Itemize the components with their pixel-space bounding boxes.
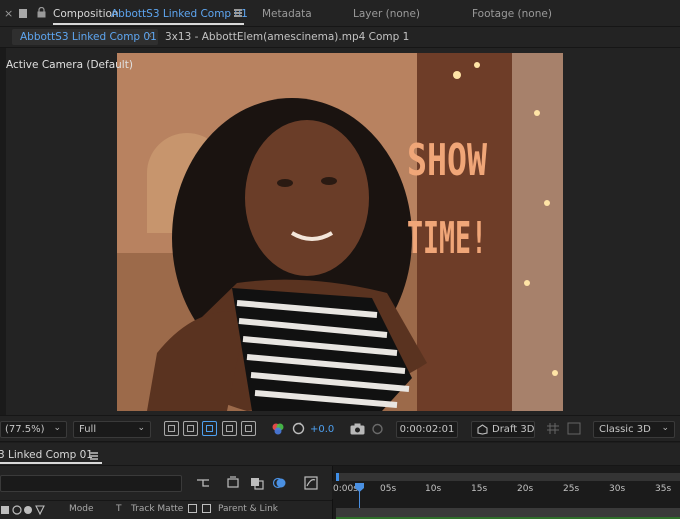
column-mode[interactable]: Mode: [69, 504, 94, 514]
switches-icons[interactable]: [0, 504, 52, 516]
ruler-tick: 0:00s: [333, 484, 358, 494]
layer-search-input[interactable]: [0, 475, 182, 492]
chevron-down-icon: ⌄: [137, 423, 145, 433]
tab-composition-name[interactable]: AbbottS3 Linked Comp 01: [111, 8, 248, 20]
rgb-channels-icon[interactable]: [271, 422, 285, 436]
parent-pick-whip-icon[interactable]: [188, 504, 197, 513]
ruler-tick: 10s: [425, 484, 442, 494]
video-frame-image: SHOW TIME!: [117, 53, 563, 411]
lock-icon[interactable]: [37, 7, 46, 18]
timeline-tab-name[interactable]: 3 Linked Comp 01: [0, 449, 93, 461]
viewer-control-bar: (77.5%) ⌄ Full ⌄ +0.0 0:00:02:01 Draft 3…: [0, 415, 680, 442]
ruler-tick: 15s: [471, 484, 488, 494]
reset-exposure-icon[interactable]: [292, 422, 305, 435]
panel-menu-icon[interactable]: [234, 9, 242, 17]
renderer-dropdown[interactable]: Classic 3D ⌄: [593, 421, 675, 438]
active-camera-label: Active Camera (Default): [6, 59, 133, 71]
parent-link-icon[interactable]: [202, 504, 211, 513]
transparency-grid-icon[interactable]: [183, 421, 198, 436]
composition-panel-tabbar: × Composition AbbottS3 Linked Comp 01 Me…: [0, 0, 680, 27]
ruler-tick: 25s: [563, 484, 580, 494]
shy-layers-icon[interactable]: [226, 476, 240, 490]
comp-breadcrumb-bar: AbbottS3 Linked Comp 01 ‹ 3x13 - AbbottE…: [0, 27, 680, 48]
close-panel-icon[interactable]: ×: [4, 7, 13, 20]
column-t[interactable]: T: [116, 504, 122, 514]
chevron-down-icon: ⌄: [661, 423, 669, 433]
motion-blur-icon[interactable]: [273, 476, 287, 490]
breadcrumb-separator: ‹: [148, 30, 152, 41]
frame-text-time: TIME!: [407, 213, 487, 264]
extended-viewer-icon[interactable]: [567, 422, 581, 435]
column-parent-link[interactable]: Parent & Link: [218, 504, 278, 514]
column-track-matte[interactable]: Track Matte: [131, 504, 183, 514]
region-of-interest-icon[interactable]: [202, 421, 217, 436]
tab-composition-prefix[interactable]: Composition: [53, 8, 119, 20]
ruler-tick: 05s: [380, 484, 397, 494]
work-area-bar[interactable]: [336, 473, 680, 481]
chevron-down-icon: ⌄: [53, 423, 61, 433]
timeline-menu-icon[interactable]: [90, 452, 98, 460]
camera-icon[interactable]: [350, 423, 365, 435]
ruler-tick: 35s: [655, 484, 672, 494]
3d-ground-plane-icon[interactable]: [546, 422, 560, 435]
active-tab-underline: [53, 23, 244, 25]
mask-visibility-icon[interactable]: [222, 421, 237, 436]
resolution-value: Full: [79, 424, 97, 435]
fast-previews-icon[interactable]: [164, 421, 179, 436]
frame-text-show: SHOW: [407, 135, 487, 186]
timeline-tab-underline: [0, 462, 102, 464]
draft-3d-label: Draft 3D: [492, 424, 535, 435]
grid-guides-icon[interactable]: [241, 421, 256, 436]
layer-duration-bar[interactable]: [336, 508, 680, 519]
resolution-dropdown[interactable]: Full ⌄: [73, 421, 151, 438]
tab-layer[interactable]: Layer (none): [353, 8, 420, 20]
draft-3d-toggle[interactable]: Draft 3D: [471, 421, 535, 438]
frame-blending-icon[interactable]: [250, 476, 264, 490]
magnification-dropdown[interactable]: (77.5%) ⌄: [0, 421, 67, 438]
tab-footage[interactable]: Footage (none): [472, 8, 552, 20]
show-snapshot-icon[interactable]: [371, 423, 384, 435]
ruler-tick: 30s: [609, 484, 626, 494]
breadcrumb-nested-comp[interactable]: 3x13 - AbbottElem(amescinema).mp4 Comp 1: [165, 31, 409, 43]
exposure-value[interactable]: +0.0: [310, 424, 334, 435]
tab-metadata[interactable]: Metadata: [262, 8, 312, 20]
composition-frame[interactable]: SHOW TIME!: [117, 53, 563, 411]
renderer-value: Classic 3D: [599, 424, 651, 435]
timeline-tabbar: 3 Linked Comp 01: [0, 443, 680, 466]
magnification-value: (77.5%): [5, 424, 45, 435]
composition-icon: [19, 9, 27, 18]
draft-3d-icon: [477, 424, 488, 435]
viewer-left-edge: [0, 48, 6, 415]
graph-editor-icon[interactable]: [304, 476, 318, 490]
composition-flowchart-icon[interactable]: [196, 476, 210, 490]
ruler-tick: 20s: [517, 484, 534, 494]
breadcrumb-current-comp[interactable]: AbbottS3 Linked Comp 01: [12, 29, 158, 45]
current-time-display[interactable]: 0:00:02:01: [396, 421, 458, 438]
